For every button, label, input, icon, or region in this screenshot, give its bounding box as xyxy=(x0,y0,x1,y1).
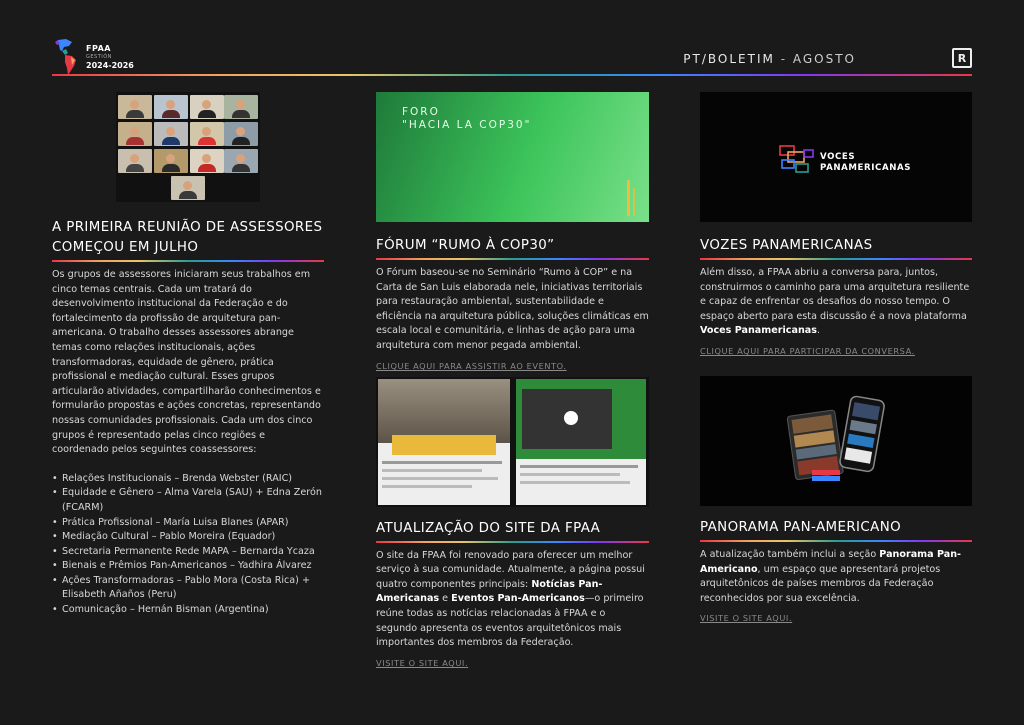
vozes-body: Além disso, a FPAA abriu a conversa para… xyxy=(700,266,972,339)
section-rule xyxy=(376,540,649,543)
devices-mockup-image xyxy=(786,395,885,481)
participant-tile xyxy=(118,95,152,119)
participant-tile xyxy=(224,95,258,119)
participant-tile xyxy=(154,149,188,173)
americas-map-icon xyxy=(55,39,76,75)
site-body-text: e xyxy=(439,593,452,605)
list-item: Prática Profissional – María Luisa Blane… xyxy=(52,516,324,531)
assessores-body: Os grupos de assessores iniciaram seus t… xyxy=(52,269,321,456)
column-forum: FORO "HACIA LA COP30" FÓRUM “RUMO À COP3… xyxy=(376,92,649,670)
page-header: FPAA GESTIÓN 2024-2026 PT/BOLETIM - AGOS… xyxy=(52,38,972,78)
logo-line3: 2024-2026 xyxy=(86,61,134,70)
participant-tile xyxy=(190,122,224,146)
list-item: Equidade e Gênero – Alma Varela (SAU) + … xyxy=(52,486,324,515)
fpaa-logo: FPAA GESTIÓN 2024-2026 xyxy=(52,38,142,76)
building-photo xyxy=(378,378,510,443)
list-item: Comunicação – Hernán Bisman (Argentina) xyxy=(52,603,324,618)
participant-tile xyxy=(154,95,188,119)
brand-square-icon: R xyxy=(952,48,972,68)
foro-cop30-banner[interactable]: FORO "HACIA LA COP30" xyxy=(376,92,649,222)
list-item: Relações Institucionais – Brenda Webster… xyxy=(52,472,324,487)
banner-accent-icon xyxy=(627,180,635,216)
panorama-devices-photo[interactable] xyxy=(700,375,972,506)
logo-line1: FPAA xyxy=(86,44,111,53)
site-body: O site da FPAA foi renovado para oferece… xyxy=(376,549,649,651)
participant-tile xyxy=(224,149,258,173)
video-call-grid xyxy=(116,92,260,202)
vozes-body-highlight: Voces Panamericanas xyxy=(700,325,817,337)
banner-title: FORO "HACIA LA COP30" xyxy=(402,106,532,131)
events-card xyxy=(516,378,646,505)
participant-tile xyxy=(118,149,152,173)
section-rule xyxy=(376,258,649,260)
participant-tile xyxy=(118,122,152,146)
list-item: Secretaria Permanente Rede MAPA – Bernar… xyxy=(52,545,324,560)
visit-site-link[interactable]: VISITE O SITE AQUI. xyxy=(376,658,468,668)
title-separator: - xyxy=(780,52,788,66)
panorama-body: A atualização também inclui a seção Pano… xyxy=(700,548,972,606)
section-heading-vozes: VOZES PANAMERICANAS xyxy=(700,238,873,253)
play-icon xyxy=(564,410,578,425)
participant-tile xyxy=(224,122,258,146)
news-card xyxy=(378,378,510,505)
list-item: Bienais e Prêmios Pan-Americanos – Yadhi… xyxy=(52,559,324,574)
panorama-body-text: A atualização também inclui a seção xyxy=(700,548,880,560)
site-body-text: O site da FPAA foi renovado para oferece… xyxy=(376,549,645,590)
list-item: Mediação Cultural – Pablo Moreira (Equad… xyxy=(52,530,324,545)
list-item: Ações Transformadoras – Pablo Mora (Cost… xyxy=(52,574,324,603)
voces-panamericanas-banner[interactable]: VOCES PANAMERICANAS xyxy=(700,92,972,222)
header-gradient-rule xyxy=(52,74,972,76)
watch-event-link[interactable]: CLIQUE AQUI PARA ASSISTIR AO EVENTO. xyxy=(376,361,567,371)
heading-line1: A PRIMEIRA REUNIÃO DE ASSESSORES xyxy=(52,220,323,235)
video-call-photo[interactable] xyxy=(52,92,324,202)
vozes-body-text: Além disso, a FPAA abriu a conversa para… xyxy=(700,267,970,322)
column-vozes: VOCES PANAMERICANAS VOZES PANAMERICANAS … xyxy=(700,92,972,625)
section-heading-site: ATUALIZAÇÃO DO SITE DA FPAA xyxy=(376,520,601,536)
logo-line2: GESTIÓN xyxy=(86,54,112,60)
section-heading-forum: FÓRUM “RUMO À COP30” xyxy=(376,238,555,253)
newsletter-title: PT/BOLETIM - AGOSTO xyxy=(683,52,856,66)
participant-tile xyxy=(154,122,188,146)
newsletter-name: PT/BOLETIM xyxy=(683,52,775,66)
site-body-highlight: Eventos Pan-Americanos xyxy=(451,593,585,605)
section-heading-assessores: A PRIMEIRA REUNIÃO DE ASSESSORES COMEÇOU… xyxy=(52,218,324,258)
voces-logo-icon xyxy=(779,145,814,173)
participant-tile xyxy=(190,95,224,119)
participant-tile xyxy=(171,176,205,200)
column-assessores: A PRIMEIRA REUNIÃO DE ASSESSORES COMEÇOU… xyxy=(52,92,324,618)
vozes-body-text: . xyxy=(816,325,821,337)
join-conversation-link[interactable]: CLIQUE AQUI PARA PARTICIPAR DA CONVERSA. xyxy=(700,346,915,356)
voces-logo-text: VOCES PANAMERICANAS xyxy=(820,152,912,173)
website-screenshots[interactable] xyxy=(376,376,649,507)
section-rule xyxy=(700,539,972,542)
coassessores-list: Relações Institucionais – Brenda Webster… xyxy=(52,472,324,618)
section-heading-panorama: PANORAMA PAN-AMERICANO xyxy=(700,519,902,535)
section-rule xyxy=(700,258,972,260)
forum-body: O Fórum baseou-se no Seminário “Rumo à C… xyxy=(376,267,649,351)
section-rule xyxy=(52,260,324,262)
news-card-banner xyxy=(392,434,496,455)
visit-site-link[interactable]: VISITE O SITE AQUI. xyxy=(700,613,792,623)
newsletter-month: AGOSTO xyxy=(792,52,856,66)
heading-line2: COMEÇOU EM JULHO xyxy=(52,240,199,255)
participant-tile xyxy=(190,149,224,173)
